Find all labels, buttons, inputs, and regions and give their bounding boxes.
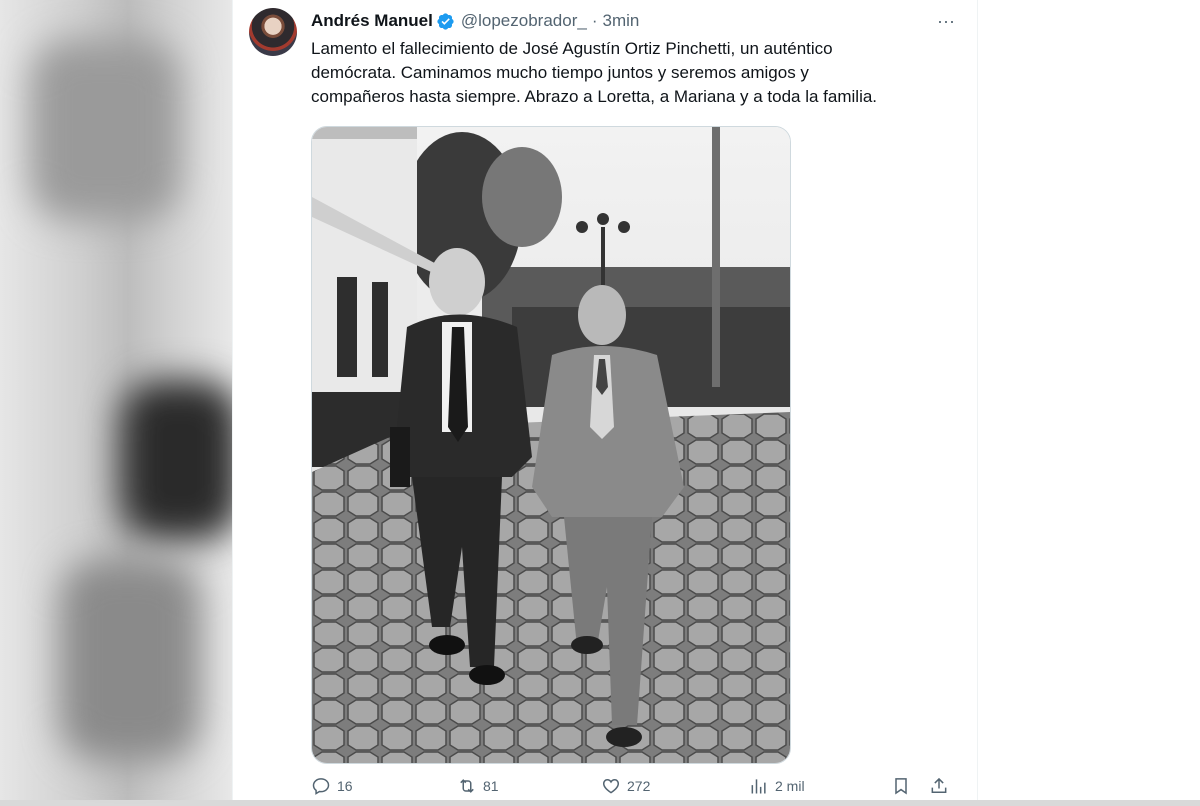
blur-shape xyxy=(60,560,200,760)
blurred-background-left xyxy=(0,0,240,800)
views-button[interactable]: 2 mil xyxy=(749,776,805,796)
tweet-text: Lamento el fallecimiento de José Agustín… xyxy=(311,39,878,106)
like-button[interactable]: 272 xyxy=(601,776,650,796)
bookmark-icon xyxy=(895,778,907,795)
repost-icon xyxy=(460,779,474,793)
action-bar: 16 81 272 2 mil xyxy=(311,776,959,806)
verified-badge-icon xyxy=(437,12,454,30)
reply-count: 16 xyxy=(337,778,353,794)
tweet-photo[interactable] xyxy=(311,126,791,764)
reply-button[interactable]: 16 xyxy=(311,776,353,796)
blur-shape xyxy=(30,40,180,220)
share-button[interactable] xyxy=(929,776,955,796)
author-handle[interactable]: @lopezobrador_ xyxy=(461,11,587,31)
like-count: 272 xyxy=(627,778,651,794)
tweet-timestamp[interactable]: 3min xyxy=(602,11,639,31)
photo-illustration xyxy=(312,127,790,763)
blur-shape xyxy=(120,380,240,540)
separator-dot: · xyxy=(591,11,598,30)
blank-right-area xyxy=(977,0,1200,800)
views-count: 2 mil xyxy=(775,778,805,794)
heart-icon xyxy=(602,778,620,794)
share-icon xyxy=(931,777,947,793)
more-options-icon[interactable]: ··· xyxy=(933,8,959,34)
author-name[interactable]: Andrés Manuel xyxy=(311,11,433,31)
views-chart-icon xyxy=(751,779,766,794)
reply-icon xyxy=(312,778,330,795)
avatar[interactable] xyxy=(249,8,297,56)
bookmark-button[interactable] xyxy=(891,776,917,796)
tweet-card[interactable]: Andrés Manuel @lopezobrador_ · 3min ··· … xyxy=(232,0,978,800)
repost-button[interactable]: 81 xyxy=(457,776,499,796)
repost-count: 81 xyxy=(483,778,499,794)
tweet-header: Andrés Manuel @lopezobrador_ · 3min xyxy=(311,10,639,32)
